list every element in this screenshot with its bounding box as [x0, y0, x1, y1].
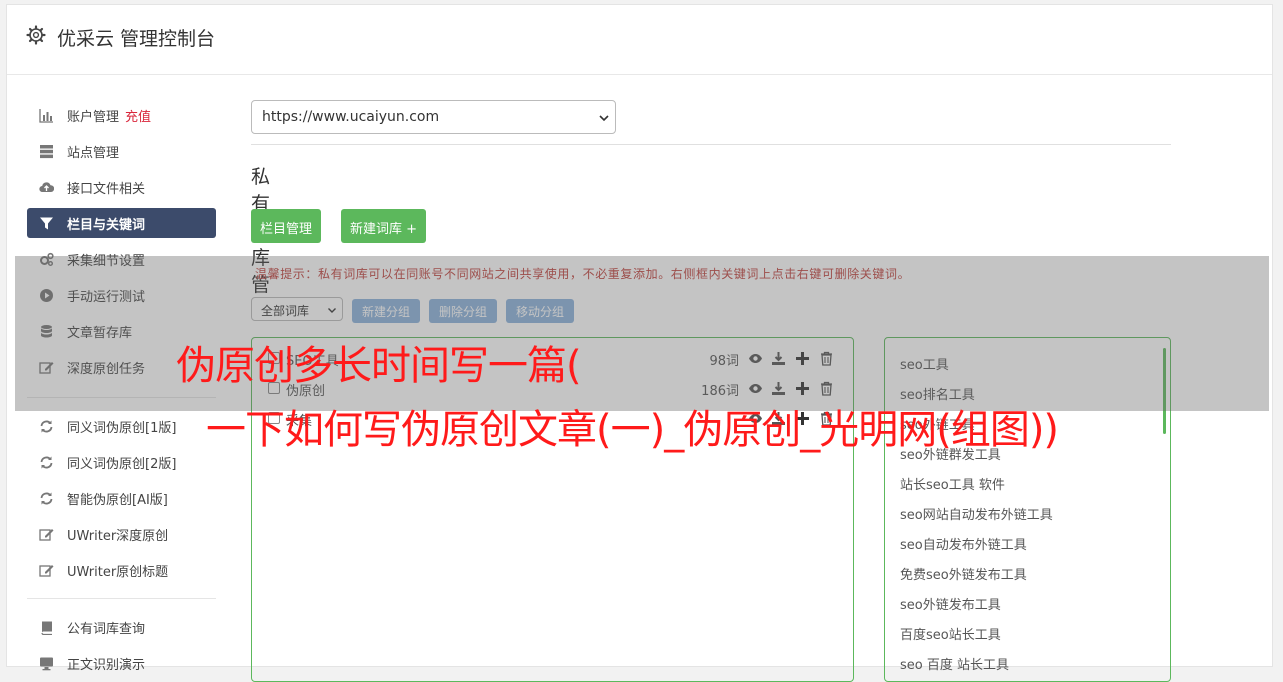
edit-icon	[39, 565, 54, 577]
filter-icon	[40, 217, 53, 230]
site-select[interactable]: https://www.ucaiyun.com	[251, 100, 616, 134]
refresh-icon	[40, 420, 53, 433]
sidebar-item-label: 同义词伪原创[1版]	[67, 421, 177, 436]
sidebar-divider	[27, 598, 216, 599]
keyword-item[interactable]: seo网站自动发布外链工具	[900, 504, 1053, 523]
sidebar-item-label: UWriter原创标题	[67, 565, 169, 580]
sidebar-item-api-files[interactable]: 接口文件相关	[27, 172, 216, 202]
sidebar-item-text-recognition[interactable]: 正文识别演示	[27, 648, 216, 678]
sidebar-item-account[interactable]: 账户管理 充值	[27, 100, 216, 130]
keyword-item[interactable]: 百度seo站长工具	[900, 624, 1001, 643]
sidebar-item-uwriter-deep[interactable]: UWriter深度原创	[27, 519, 216, 549]
column-manage-button[interactable]: 栏目管理	[251, 209, 322, 243]
sidebar-item-synonym-v2[interactable]: 同义词伪原创[2版]	[27, 447, 216, 477]
cloud-upload-icon	[39, 182, 54, 193]
sidebar-item-public-library[interactable]: 公有词库查询	[27, 612, 216, 642]
sidebar-item-label: 栏目与关键词	[67, 218, 146, 233]
sidebar-item-label: UWriter深度原创	[67, 529, 169, 544]
recharge-link[interactable]: 充值	[125, 110, 151, 125]
sidebar-item-label: 正文识别演示	[67, 658, 146, 673]
keyword-item[interactable]: seo自动发布外链工具	[900, 534, 1027, 553]
header: 优采云 管理控制台	[7, 5, 1272, 75]
new-library-button[interactable]: 新建词库 +	[341, 209, 427, 243]
sidebar-item-uwriter-title[interactable]: UWriter原创标题	[27, 555, 216, 585]
keyword-item[interactable]: seo 百度 站长工具	[900, 654, 1009, 673]
sidebar-item-label: 接口文件相关	[67, 182, 146, 197]
server-icon	[40, 145, 53, 159]
keyword-item[interactable]: 免费seo外链发布工具	[900, 564, 1027, 583]
site-select-value: https://www.ucaiyun.com	[262, 109, 440, 125]
divider	[251, 144, 1171, 145]
sidebar-item-label: 账户管理	[67, 110, 120, 125]
overlay-headline-line1: 伪原创多长时间写一篇(	[176, 343, 582, 389]
sidebar-item-columns-keywords[interactable]: 栏目与关键词	[27, 208, 216, 238]
overlay-headline-line2: 一下如何写伪原创文章(一)_伪原创_光明网(组图))	[206, 407, 1059, 453]
monitor-icon	[40, 657, 53, 671]
book-icon	[41, 621, 52, 635]
refresh-icon	[40, 492, 53, 505]
sidebar-item-label: 公有词库查询	[67, 622, 146, 637]
refresh-icon	[40, 456, 53, 469]
sidebar-item-ai-rewrite[interactable]: 智能伪原创[AI版]	[27, 483, 216, 513]
sidebar-item-label: 同义词伪原创[2版]	[67, 457, 177, 472]
sidebar-item-sites[interactable]: 站点管理	[27, 136, 216, 166]
app-title: 优采云 管理控制台	[57, 28, 216, 50]
edit-icon	[39, 529, 54, 541]
bar-chart-icon	[39, 109, 53, 123]
chevron-down-icon	[599, 115, 609, 122]
sidebar-item-label: 站点管理	[67, 146, 120, 161]
gear-icon	[26, 25, 46, 45]
sidebar-item-synonym-v1[interactable]: 同义词伪原创[1版]	[27, 411, 216, 441]
sidebar-item-label: 智能伪原创[AI版]	[67, 493, 168, 508]
keyword-item[interactable]: seo外链发布工具	[900, 594, 1001, 613]
keyword-item[interactable]: 站长seo工具 软件	[900, 474, 1005, 493]
